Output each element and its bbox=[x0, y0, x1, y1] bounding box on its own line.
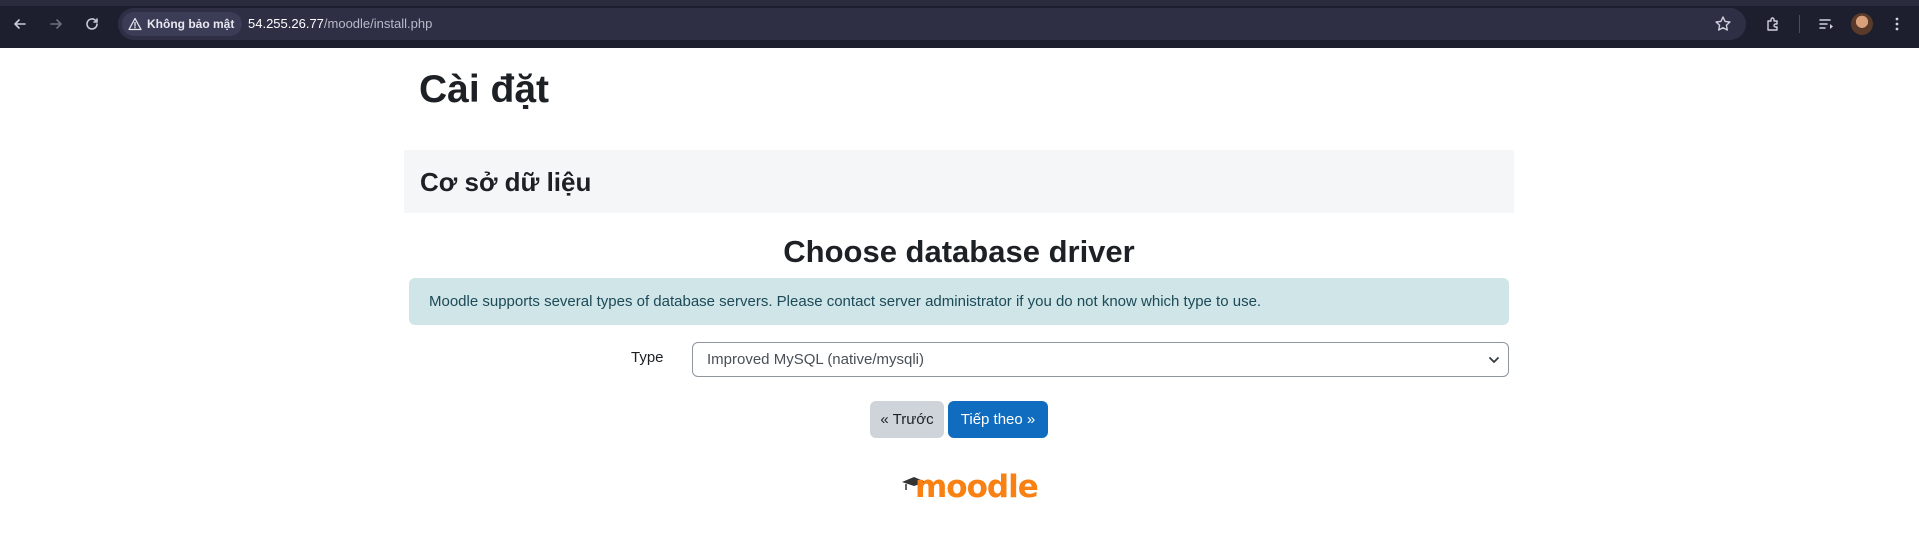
moodle-logo-text: moodle bbox=[915, 469, 1039, 505]
address-bar[interactable]: Không bảo mật 54.255.26.77/moodle/instal… bbox=[118, 8, 1746, 40]
media-queue-icon bbox=[1819, 19, 1833, 29]
security-label: Không bảo mật bbox=[147, 17, 235, 31]
url-host: 54.255.26.77 bbox=[248, 16, 324, 31]
step-heading: Choose database driver bbox=[783, 234, 1135, 269]
toolbar-divider bbox=[1799, 15, 1800, 33]
kebab-menu-icon bbox=[1895, 17, 1899, 31]
info-alert: Moodle supports several types of databas… bbox=[409, 278, 1509, 325]
previous-button[interactable]: « Trước bbox=[870, 401, 944, 438]
section-header: Cơ sở dữ liệu bbox=[404, 150, 1514, 213]
bookmark-star-icon[interactable] bbox=[1714, 15, 1732, 33]
browser-menu-button[interactable] bbox=[1886, 13, 1908, 35]
puzzle-icon bbox=[1767, 17, 1778, 31]
warning-triangle-icon bbox=[128, 17, 142, 31]
database-type-selected: Improved MySQL (native/mysqli) bbox=[707, 351, 925, 368]
back-button[interactable] bbox=[8, 12, 32, 36]
browser-toolbar: Không bảo mật 54.255.26.77/moodle/instal… bbox=[0, 0, 1919, 48]
url-path: /moodle/install.php bbox=[323, 16, 433, 31]
reload-icon bbox=[86, 18, 98, 30]
url-text[interactable]: 54.255.26.77/moodle/install.php bbox=[248, 16, 432, 31]
extensions-button[interactable] bbox=[1762, 13, 1784, 35]
type-label: Type bbox=[631, 349, 664, 366]
next-button[interactable]: Tiếp theo » bbox=[948, 401, 1048, 438]
security-indicator[interactable]: Không bảo mật bbox=[122, 12, 243, 36]
page-title: Cài đặt bbox=[419, 68, 550, 111]
reading-list-button[interactable] bbox=[1815, 13, 1837, 35]
reload-button[interactable] bbox=[80, 12, 104, 36]
tab-strip bbox=[0, 0, 1919, 6]
arrow-right-icon bbox=[50, 19, 62, 29]
profile-avatar[interactable] bbox=[1851, 13, 1873, 35]
forward-button[interactable] bbox=[44, 12, 68, 36]
arrow-left-icon bbox=[14, 19, 26, 29]
database-type-select[interactable]: Improved MySQL (native/mysqli) bbox=[692, 342, 1509, 377]
chevron-down-icon bbox=[1489, 357, 1499, 363]
section-title: Cơ sở dữ liệu bbox=[420, 167, 592, 197]
